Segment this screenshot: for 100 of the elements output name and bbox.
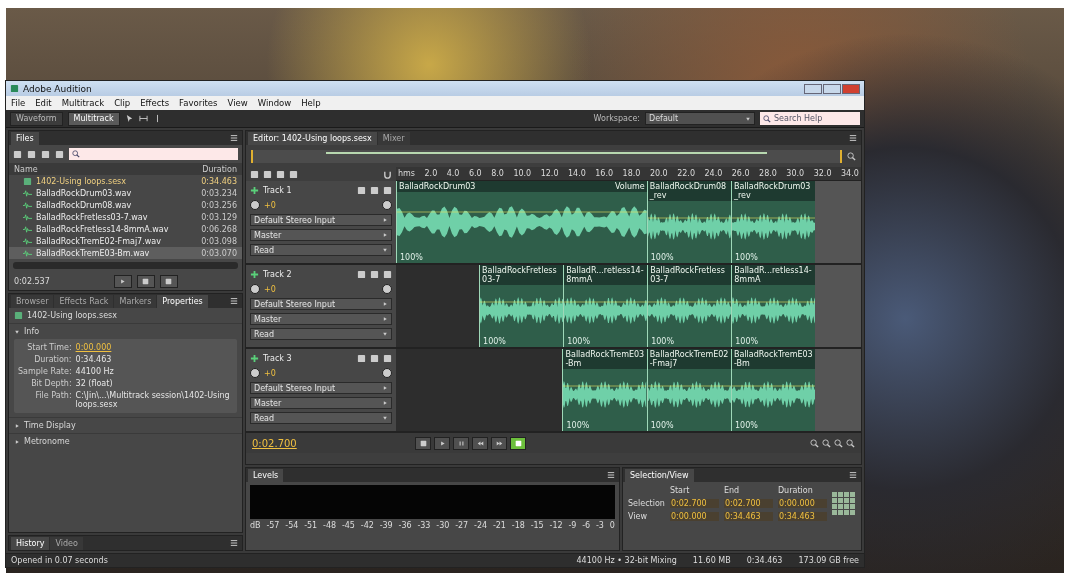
view-button[interactable]: Multitrack [67,111,120,126]
slip-tool-icon[interactable] [138,114,148,123]
file-row[interactable]: BalladRockTremE03-Bm.wav 0:03.070 [9,247,242,259]
audio-clip[interactable]: BalladRockTremE03-Bm 100% [562,349,647,431]
time-field[interactable]: 0:00.000 [777,499,827,508]
menu-item[interactable]: Effects [140,98,170,108]
column-header[interactable]: Duration [202,164,237,174]
menu-item[interactable]: Window [257,98,292,108]
section-header[interactable]: Info [9,324,242,339]
panel-tab[interactable]: Markers [114,295,157,308]
panel-tab[interactable]: Browser [11,295,54,308]
loop-button[interactable] [510,436,526,450]
pan-knob[interactable] [382,368,392,378]
selection-tool-icon[interactable] [124,114,134,123]
zoom-icon[interactable] [847,151,856,161]
field-value[interactable]: 0:00.000 [75,343,112,352]
panel-tab[interactable]: Files [11,132,39,145]
file-row[interactable]: BalladRockDrum03.wav 0:03.234 [9,187,242,199]
input-dropdown[interactable]: Default Stereo Input [250,382,392,394]
workspace-dropdown[interactable]: Default [645,112,755,125]
output-dropdown[interactable]: Master [250,313,392,325]
file-row[interactable]: BalladRockDrum08.wav 0:03.256 [9,199,242,211]
panel-tab[interactable]: History [11,537,50,550]
panel-menu-icon[interactable] [230,297,238,305]
pause-button[interactable] [453,436,469,450]
zoom-icon[interactable] [846,438,855,448]
autoplay-button[interactable] [159,274,178,288]
panel-menu-icon[interactable] [230,134,238,142]
panel-tab[interactable]: Selection/View [625,469,694,482]
time-field[interactable]: 0:34.463 [777,512,827,521]
audio-clip[interactable]: BalladRockFretless03-7 100% [647,265,732,347]
panel-tab[interactable]: Mixer [377,132,410,145]
file-row[interactable]: BalladRockFretless14-8mmA.wav 0:06.268 [9,223,242,235]
section-header[interactable]: Metronome [9,434,242,449]
output-dropdown[interactable]: Master [250,397,392,409]
snap-icon[interactable] [383,169,392,179]
panel-menu-icon[interactable] [849,134,857,142]
input-dropdown[interactable]: Default Stereo Input [250,298,392,310]
menu-item[interactable]: Clip [114,98,131,108]
grid-icon[interactable] [832,492,856,515]
automation-dropdown[interactable]: Read [250,412,392,424]
scale-label: -33 [417,521,431,530]
menu-item[interactable]: View [227,98,248,108]
search-field[interactable]: Search Help [760,112,860,125]
volume-knob[interactable] [250,284,260,294]
forward-button[interactable] [491,436,507,450]
time-field[interactable]: 0:00.000 [669,512,719,521]
view-button[interactable]: Waveform [10,111,63,126]
audio-clip[interactable]: BalladRockDrum03 _rev 100% [731,181,816,263]
pan-knob[interactable] [382,200,392,210]
panel-menu-icon[interactable] [230,539,238,547]
column-header[interactable]: Name [14,164,38,174]
panel-tab[interactable]: Editor: 1402-Using loops.sesx [248,132,377,145]
time-ruler[interactable]: hms 2.0 4.0 6.0 8.0 10.0 12.0 14.0 16.0 18.0 20.0 22.0 24.0 26.0 28.0 30.0 32.0 34.0 [396,167,861,181]
pan-knob[interactable] [382,284,392,294]
stop-button[interactable] [415,436,431,450]
rewind-button[interactable] [472,436,488,450]
file-row[interactable]: 1402-Using loops.sesx 0:34.463 [9,175,242,187]
zoom-icon[interactable] [834,438,843,448]
close-button[interactable] [842,83,860,94]
zoom-icon[interactable] [822,438,831,448]
automation-dropdown[interactable]: Read [250,244,392,256]
scrollbar[interactable] [13,262,238,269]
audio-clip[interactable]: BalladRockFretless03-7 100% [479,265,564,347]
time-field[interactable]: 0:02.700 [723,499,773,508]
file-row[interactable]: BalladRockFretless03-7.wav 0:03.129 [9,211,242,223]
maximize-button[interactable] [823,83,841,94]
panel-menu-icon[interactable] [849,471,857,479]
input-dropdown[interactable]: Default Stereo Input [250,214,392,226]
panel-menu-icon[interactable] [607,471,615,479]
volume-knob[interactable] [250,200,260,210]
volume-knob[interactable] [250,368,260,378]
files-search-field[interactable] [69,148,238,160]
audio-clip[interactable]: BalladR...retless14-8mmA 100% [731,265,816,347]
audio-clip[interactable]: BalladRockDrum08 _rev 100% [646,181,731,263]
audio-clip[interactable]: BalladR...retless14-8mmA 100% [563,265,648,347]
loop-button[interactable] [136,274,155,288]
menu-item[interactable]: Favorites [179,98,218,108]
audio-clip[interactable]: BalladRockTremE03-Bm 100% [731,349,816,431]
output-dropdown[interactable]: Master [250,229,392,241]
overview-bar[interactable] [251,149,842,163]
menu-item[interactable]: Multitrack [61,98,105,108]
audio-clip[interactable]: BalladRockDrum03 Volume 100% [396,181,647,263]
time-field[interactable]: 0:34.463 [723,512,773,521]
menu-item[interactable]: File [11,98,26,108]
automation-dropdown[interactable]: Read [250,328,392,340]
time-field[interactable]: 0:02.700 [669,499,719,508]
file-row[interactable]: BalladRockTremE02-Fmaj7.wav 0:03.098 [9,235,242,247]
menu-item[interactable]: Help [301,98,321,108]
play-button[interactable] [434,436,450,450]
play-button[interactable] [113,274,132,288]
menu-item[interactable]: Edit [35,98,52,108]
panel-tab[interactable]: Effects Rack [54,295,114,308]
panel-tab[interactable]: Video [50,537,83,550]
panel-tab[interactable]: Levels [248,469,284,482]
audio-clip[interactable]: BalladRockTremE02-Fmaj7 100% [646,349,731,431]
zoom-icon[interactable] [810,438,819,448]
section-header[interactable]: Time Display [9,418,242,433]
minimize-button[interactable] [804,83,822,94]
panel-tab[interactable]: Properties [157,295,208,308]
